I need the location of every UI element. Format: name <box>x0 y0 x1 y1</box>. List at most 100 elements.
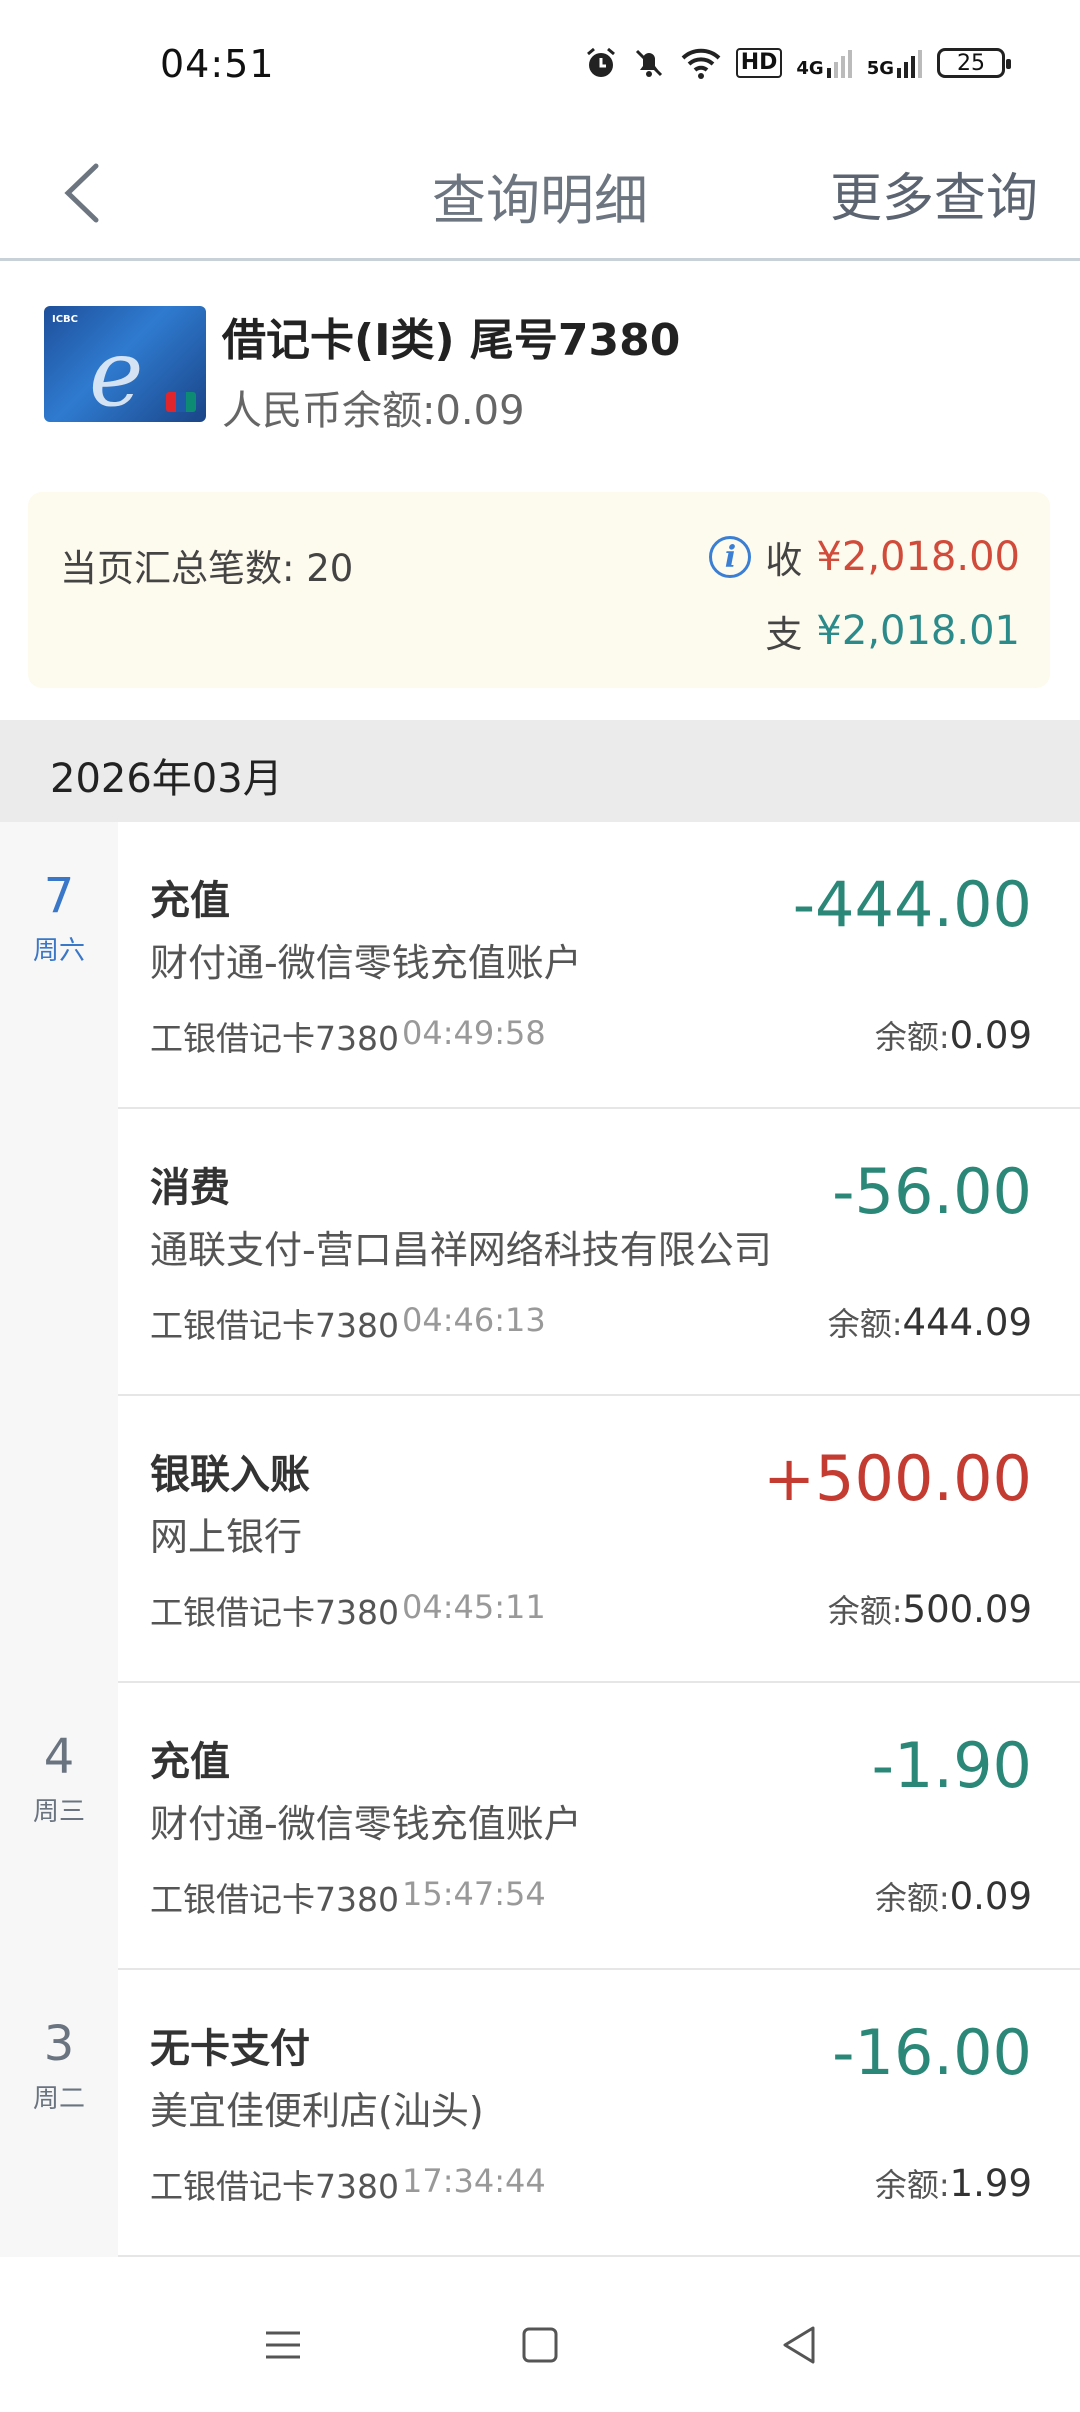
signal-5g-icon: 5G <box>867 48 923 78</box>
transaction-card: 工银借记卡7380 <box>150 2167 399 2206</box>
status-time: 04:51 <box>160 42 275 86</box>
transaction-description: 财付通-微信零钱充值账户 <box>150 1802 582 1846</box>
transactions: 充值财付通-微信零钱充值账户工银借记卡7380 15:47:54 -1.90 余额:0… <box>118 1683 1080 1970</box>
weekday-label: 周二 <box>32 2084 85 2114</box>
date-group: 3 周二 无卡支付美宜佳便利店(汕头) 工银借记卡7380 17:34:44 -16.00… <box>0 1970 1080 2257</box>
system-nav-bar <box>0 2280 1080 2412</box>
wifi-icon <box>680 46 722 80</box>
back-triangle-icon <box>783 2326 815 2364</box>
bank-card-image: ICBC e <box>44 306 206 422</box>
weekday-label: 周六 <box>32 936 85 966</box>
status-icons: HD 4G 5G 25 <box>584 46 1011 80</box>
mute-icon <box>632 46 666 80</box>
home-icon <box>522 2327 558 2363</box>
summary-expense: 支 ¥2,018.01 <box>765 604 1020 658</box>
transaction-time: 04:45:11 <box>402 1588 546 1626</box>
day-number: 4 <box>43 1729 75 1785</box>
balance-label: 余额: <box>874 1879 950 1917</box>
transaction-card: 工银借记卡7380 <box>150 1019 399 1058</box>
nav-bar: 查询明细 更多查询 <box>0 130 1080 261</box>
transaction-card: 工银借记卡7380 <box>150 1880 399 1919</box>
transaction-time: 15:47:54 <box>402 1875 546 1913</box>
info-icon[interactable]: i <box>709 536 752 578</box>
transactions: 充值 财付通-微信零钱充值账户 工银借记卡7380 04:49:58 -444.00 余额… <box>118 822 1080 1683</box>
menu-icon <box>266 2331 300 2359</box>
day-number: 7 <box>43 868 75 924</box>
back-nav-button[interactable] <box>775 2320 825 2370</box>
transaction-list[interactable]: 7 周六 充值 财付通-微信零钱充值账户 工银借记卡7380 04:49:58 -444.0… <box>0 822 1080 2280</box>
battery-icon: 25 <box>937 48 1011 78</box>
transaction-card: 工银借记卡7380 <box>150 1593 399 1632</box>
date-column: 7 周六 <box>0 822 118 1683</box>
page-summary: 当页汇总笔数: 20 i 收 ¥2,018.00 支 ¥2,018.01 <box>28 492 1050 688</box>
month-header: 2026年03月 <box>0 720 1080 822</box>
balance-label: 余额: <box>874 1018 950 1056</box>
home-button[interactable] <box>515 2320 565 2370</box>
transaction-type: 消费 <box>150 1165 230 1211</box>
account-card-header[interactable]: ICBC e 借记卡(I类) 尾号7380 人民币余额:0.09 <box>0 262 1080 482</box>
transaction-description: 财付通-微信零钱充值账户 <box>150 941 582 985</box>
transaction-amount: +500.00 <box>763 1442 1032 1515</box>
transaction-card: 工银借记卡7380 <box>150 1306 399 1345</box>
transaction-amount: -56.00 <box>832 1155 1032 1228</box>
transaction-description: 通联支付-营口昌祥网络科技有限公司 <box>150 1228 772 1272</box>
balance-value: 0.09 <box>949 1875 1032 1918</box>
transaction-row[interactable]: 银联入账网上银行工银借记卡7380 04:45:11 +500.00 余额:500.0… <box>118 1396 1080 1683</box>
card-name: 借记卡(I类) 尾号7380 <box>222 315 681 366</box>
expense-amount: ¥2,018.01 <box>816 608 1020 654</box>
transaction-type: 无卡支付 <box>150 2026 310 2072</box>
income-amount: ¥2,018.00 <box>816 534 1020 580</box>
transaction-amount: -1.90 <box>871 1729 1032 1802</box>
transaction-row[interactable]: 充值财付通-微信零钱充值账户工银借记卡7380 04:49:58 -444.00 余额… <box>118 822 1080 1109</box>
transaction-description: 网上银行 <box>150 1515 303 1559</box>
summary-income: i 收 ¥2,018.00 <box>709 530 1020 584</box>
transaction-amount: -444.00 <box>792 868 1032 941</box>
balance-value: 0.09 <box>949 1014 1032 1057</box>
transaction-type: 银联入账 <box>150 1452 310 1498</box>
transaction-type: 充值 <box>150 1739 230 1785</box>
day-number: 3 <box>43 2016 75 2072</box>
weekday-label: 周三 <box>32 1797 85 1827</box>
transaction-balance: 余额:500.09 <box>828 1586 1032 1632</box>
transaction-balance: 余额:1.99 <box>875 2160 1032 2206</box>
battery-level: 25 <box>957 50 985 76</box>
transaction-row[interactable]: 无卡支付美宜佳便利店(汕头) 工银借记卡7380 17:34:44 -16.00 余额:… <box>118 1970 1080 2257</box>
balance-label: 余额: <box>874 2166 950 2204</box>
transaction-row[interactable]: 充值财付通-微信零钱充值账户工银借记卡7380 15:47:54 -1.90 余额:0… <box>118 1683 1080 1970</box>
transaction-time: 04:49:58 <box>402 1014 546 1052</box>
net-4g-label: 4G <box>796 58 824 79</box>
transaction-description: 美宜佳便利店(汕头) <box>150 2089 484 2133</box>
month-label: 2026年03月 <box>50 756 283 802</box>
transaction-balance: 余额:0.09 <box>875 1873 1032 1919</box>
balance-label: 余额: <box>827 1592 903 1630</box>
more-query-button[interactable]: 更多查询 <box>830 156 1038 231</box>
summary-count: 当页汇总笔数: 20 <box>60 547 354 590</box>
card-emblem-icon: e <box>89 320 144 422</box>
balance-value: 500.09 <box>902 1588 1032 1631</box>
status-bar: 04:51 HD 4G 5G 25 <box>0 0 1080 130</box>
date-group: 4 周三 充值财付通-微信零钱充值账户工银借记卡7380 15:47:54 -1.90 余… <box>0 1683 1080 1970</box>
signal-4g-icon: 4G <box>796 48 852 78</box>
income-label: 收 <box>765 539 803 582</box>
transaction-amount: -16.00 <box>832 2016 1032 2089</box>
hd-indicator: HD <box>735 48 783 78</box>
unionpay-logo-icon <box>166 392 196 412</box>
transaction-type: 充值 <box>150 878 230 924</box>
balance-value: 444.09 <box>902 1301 1032 1344</box>
transaction-row[interactable]: 消费通联支付-营口昌祥网络科技有限公司工银借记卡7380 04:46:13 -56.… <box>118 1109 1080 1396</box>
menu-button[interactable] <box>258 2320 308 2370</box>
transaction-time: 04:46:13 <box>402 1301 546 1339</box>
transactions: 无卡支付美宜佳便利店(汕头) 工银借记卡7380 17:34:44 -16.00 余额:… <box>118 1970 1080 2257</box>
card-balance: 人民币余额:0.09 <box>222 388 525 434</box>
balance-value: 1.99 <box>949 2162 1032 2205</box>
date-group: 7 周六 充值 财付通-微信零钱充值账户 工银借记卡7380 04:49:58 -444.0… <box>0 822 1080 1683</box>
date-column: 3 周二 <box>0 1970 118 2257</box>
transaction-time: 17:34:44 <box>402 2162 546 2200</box>
net-5g-label: 5G <box>866 58 894 79</box>
balance-label: 余额: <box>827 1305 903 1343</box>
expense-label: 支 <box>765 613 803 656</box>
transaction-balance: 余额:0.09 <box>875 1012 1032 1058</box>
bank-logo-icon: ICBC <box>52 314 79 325</box>
date-column: 4 周三 <box>0 1683 118 1970</box>
alarm-icon <box>584 46 618 80</box>
